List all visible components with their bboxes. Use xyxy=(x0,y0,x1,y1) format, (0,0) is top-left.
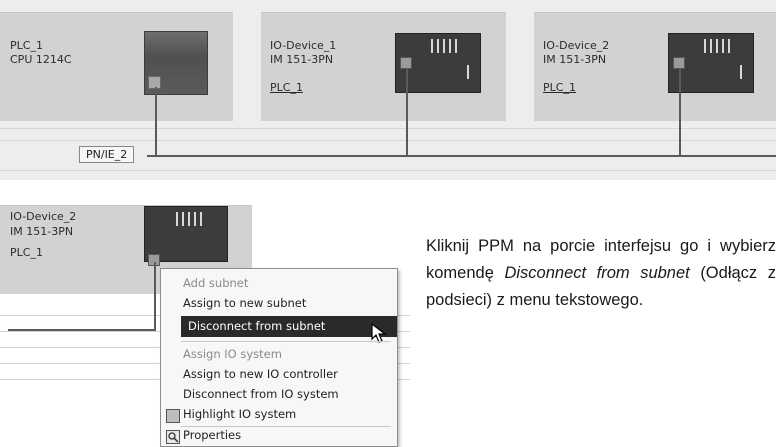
subnet-drop-plc xyxy=(155,87,157,156)
device-name: IO-Device_2 xyxy=(543,39,610,52)
device-type: IM 151-3PN xyxy=(543,53,607,66)
subnet-line[interactable] xyxy=(147,155,776,157)
highlight-icon xyxy=(166,409,180,423)
instruction-text: Kliknij PPM na porcie interfejsu go i wy… xyxy=(426,233,776,314)
device-name: PLC_1 xyxy=(10,39,43,52)
profinet-port-icon[interactable] xyxy=(400,57,412,69)
menu-item-disconnect-from-subnet[interactable]: Disconnect from subnet xyxy=(181,316,397,337)
menu-separator xyxy=(181,426,391,427)
subnet-drop-io2 xyxy=(679,69,681,156)
io-module-icon xyxy=(144,206,228,266)
device-io-device-2[interactable]: IO-Device_2 IM 151-3PN PLC_1 xyxy=(534,12,776,121)
menu-item-assign-to-new-subnet[interactable]: Assign to new subnet xyxy=(183,296,306,310)
detail-subnet-line xyxy=(8,329,156,331)
profinet-port-icon[interactable] xyxy=(673,57,685,69)
io-controller-link[interactable]: PLC_1 xyxy=(270,81,303,95)
menu-item-add-subnet[interactable]: Add subnet xyxy=(183,276,248,290)
menu-separator xyxy=(181,341,391,342)
subnet-label[interactable]: PN/IE_2 xyxy=(79,146,135,163)
io-controller-link[interactable]: PLC_1 xyxy=(543,81,576,95)
menu-item-properties[interactable]: Properties xyxy=(183,428,241,442)
menu-item-highlight-io-system[interactable]: Highlight IO system xyxy=(183,407,296,421)
context-menu: Add subnet Assign to new subnet Disconne… xyxy=(160,268,398,447)
device-plc-1[interactable]: PLC_1 CPU 1214C xyxy=(0,12,233,121)
menu-item-assign-to-new-io-controller[interactable]: Assign to new IO controller xyxy=(183,367,338,381)
device-name: IO-Device_2 xyxy=(10,210,77,223)
device-name: IO-Device_1 xyxy=(270,39,337,52)
device-type: CPU 1214C xyxy=(10,53,72,66)
cpu-module-icon xyxy=(144,31,208,95)
subnet-drop-io1 xyxy=(406,69,408,156)
device-type: IM 151-3PN xyxy=(270,53,334,66)
detail-port-wire xyxy=(154,262,156,330)
menu-item-assign-io-system[interactable]: Assign IO system xyxy=(183,347,282,361)
properties-icon xyxy=(166,430,180,444)
io-controller-label: PLC_1 xyxy=(10,246,43,259)
network-view-canvas[interactable]: PLC_1 CPU 1214C IO-Device_1 IM 151-3PN P… xyxy=(0,0,776,180)
device-type: IM 151-3PN xyxy=(10,225,74,238)
menu-item-disconnect-from-io-system[interactable]: Disconnect from IO system xyxy=(183,387,339,401)
instruction-italic-command: Disconnect from subnet xyxy=(504,264,690,282)
device-io-device-1[interactable]: IO-Device_1 IM 151-3PN PLC_1 xyxy=(261,12,506,121)
